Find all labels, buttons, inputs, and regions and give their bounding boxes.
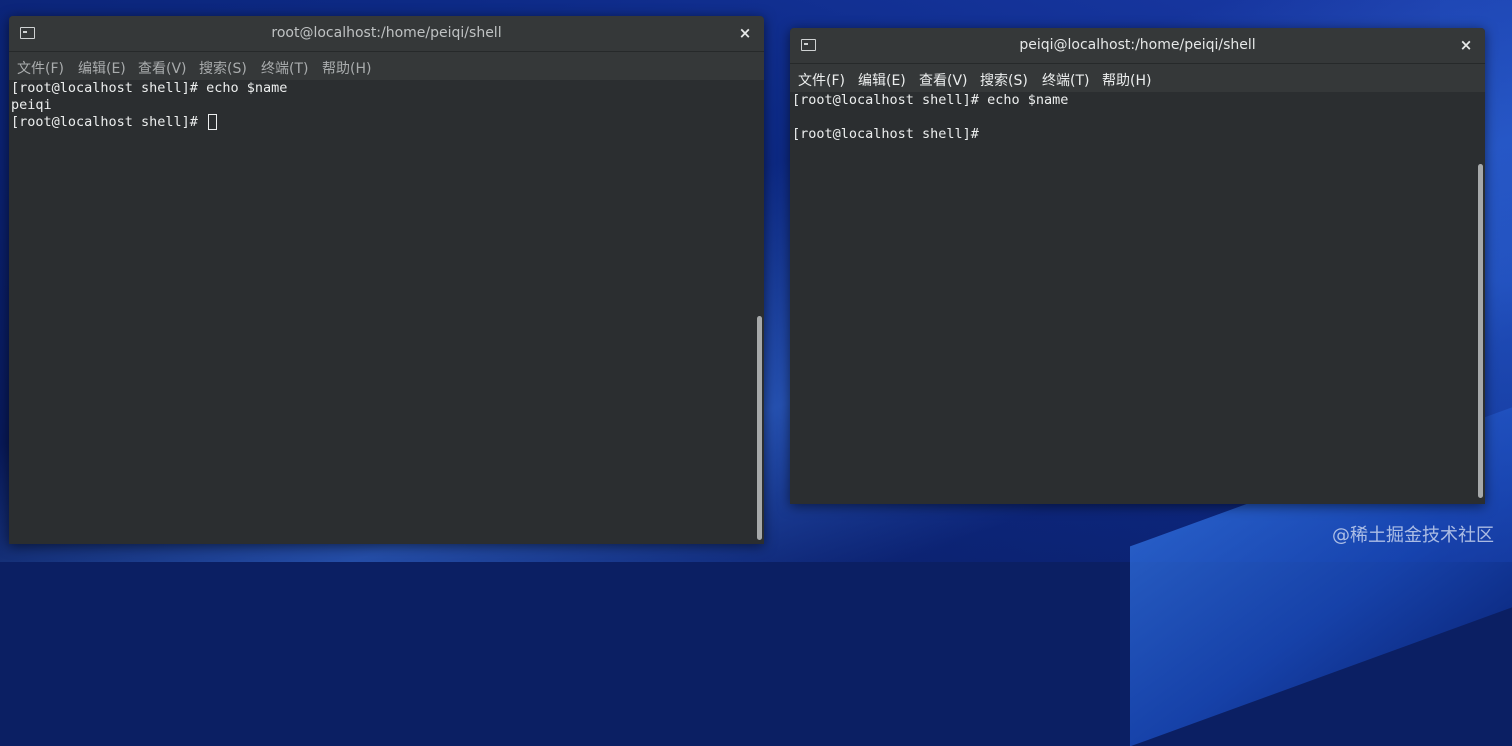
menu-terminal[interactable]: 终端(T): [261, 58, 308, 78]
menu-help[interactable]: 帮助(H): [322, 58, 371, 78]
vertical-scrollbar[interactable]: [754, 80, 764, 544]
watermark-text: @稀土掘金技术社区: [1332, 525, 1494, 546]
menu-bar: 文件(F) 编辑(E) 查看(V) 搜索(S) 终端(T) 帮助(H): [790, 64, 1485, 92]
terminal-line: [root@localhost shell]# echo $name: [792, 92, 1069, 108]
window-title: peiqi@localhost:/home/peiqi/shell: [1019, 37, 1256, 53]
window-titlebar[interactable]: root@localhost:/home/peiqi/shell ×: [9, 16, 764, 52]
menu-search[interactable]: 搜索(S): [199, 58, 247, 78]
scrollbar-thumb[interactable]: [1478, 164, 1483, 498]
terminal-line: peiqi: [11, 97, 52, 113]
terminal-prompt-line[interactable]: [root@localhost shell]#: [790, 126, 1474, 143]
menu-bar: 文件(F) 编辑(E) 查看(V) 搜索(S) 终端(T) 帮助(H): [9, 52, 764, 80]
window-titlebar[interactable]: peiqi@localhost:/home/peiqi/shell ×: [790, 28, 1485, 64]
close-button[interactable]: ×: [1456, 35, 1476, 55]
terminal-window-peiqi[interactable]: peiqi@localhost:/home/peiqi/shell × 文件(F…: [790, 28, 1485, 504]
terminal-prompt: [root@localhost shell]#: [11, 114, 207, 130]
menu-view[interactable]: 查看(V): [138, 58, 187, 78]
menu-view[interactable]: 查看(V): [919, 70, 968, 90]
terminal-window-root[interactable]: root@localhost:/home/peiqi/shell × 文件(F)…: [9, 16, 764, 544]
menu-terminal[interactable]: 终端(T): [1042, 70, 1089, 90]
window-title: root@localhost:/home/peiqi/shell: [271, 25, 502, 41]
terminal-line: [root@localhost shell]# echo $name: [11, 80, 288, 96]
menu-edit[interactable]: 编辑(E): [78, 58, 126, 78]
vertical-scrollbar[interactable]: [1475, 92, 1485, 504]
menu-search[interactable]: 搜索(S): [980, 70, 1028, 90]
terminal-output[interactable]: [root@localhost shell]# echo $name [root…: [790, 92, 1474, 504]
terminal-output[interactable]: [root@localhost shell]# echo $name peiqi…: [9, 80, 754, 544]
close-button[interactable]: ×: [735, 23, 755, 43]
menu-help[interactable]: 帮助(H): [1102, 70, 1151, 90]
menu-file[interactable]: 文件(F): [798, 70, 845, 90]
scrollbar-thumb[interactable]: [757, 316, 762, 540]
menu-file[interactable]: 文件(F): [17, 58, 64, 78]
text-cursor: [208, 114, 218, 130]
menu-edit[interactable]: 编辑(E): [858, 70, 906, 90]
terminal-prompt-line[interactable]: [root@localhost shell]#: [9, 114, 754, 131]
